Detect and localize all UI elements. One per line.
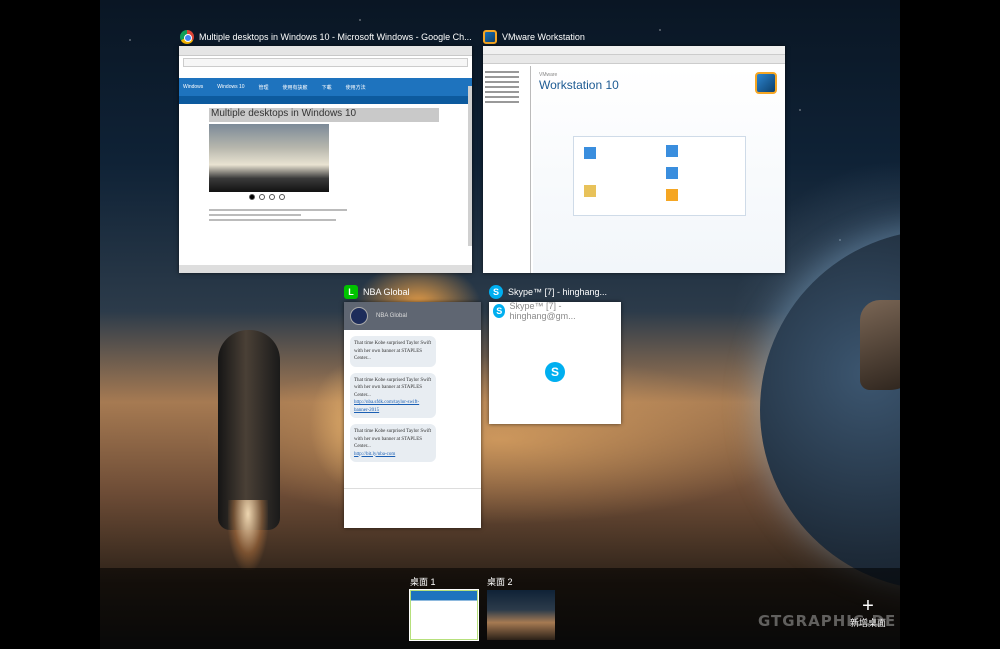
vmware-menu-bar (483, 46, 785, 55)
desktop-1-label: 桌面 1 (410, 577, 436, 587)
vmware-icon (483, 30, 497, 44)
chrome-scrollbar (468, 86, 472, 246)
chrome-icon (180, 30, 194, 44)
vmware-logo-icon (755, 72, 777, 94)
skype-small-icon: S (493, 304, 506, 318)
skype-window-thumbnail[interactable]: S Skype™ [7] - hinghang@gm... S (489, 302, 621, 424)
ms-body-text (209, 206, 439, 246)
line-window-title[interactable]: L NBA Global (344, 285, 410, 299)
ms-site-header (179, 69, 472, 78)
ms-nav-item: 管理 (258, 84, 269, 91)
skype-window-title[interactable]: S Skype™ [7] - hinghang... (489, 285, 607, 299)
ms-nav-logo: Windows (183, 84, 204, 90)
line-chat-header: NBA Global (344, 302, 481, 330)
line-window-thumbnail[interactable]: NBA Global That time Kobe surprised Tayl… (344, 302, 481, 528)
chrome-tabstrip (179, 46, 472, 56)
ms-nav-bar: Windows Windows 10 管理 使用有訣竅 下載 使用方法 (179, 78, 472, 96)
skype-icon: S (489, 285, 503, 299)
desktop-1-thumbnail[interactable] (409, 589, 479, 641)
chrome-window-title[interactable]: Multiple desktops in Windows 10 - Micros… (180, 30, 472, 44)
ms-nav-item: Windows 10 (217, 84, 245, 90)
vmware-library-panel (483, 66, 531, 273)
line-chat-body: That time Kobe surprised Taylor Swift wi… (344, 330, 481, 474)
desktop-2-label: 桌面 2 (487, 577, 513, 587)
vmware-actions-panel (573, 136, 746, 216)
wallpaper-rock (860, 300, 900, 390)
chrome-title-text: Multiple desktops in Windows 10 - Micros… (199, 32, 472, 42)
watermark: GTGRAPHIC.DE (758, 612, 897, 630)
skype-logo-icon: S (545, 362, 565, 382)
line-chat-name: NBA Global (376, 313, 408, 319)
vmware-home-tab: VMware Workstation 10 (533, 66, 785, 273)
skype-inner-title: S Skype™ [7] - hinghang@gm... (489, 302, 621, 321)
chrome-taskbar (179, 265, 472, 273)
line-message: That time Kobe surprised Taylor Swift wi… (350, 424, 436, 462)
line-avatar (350, 307, 368, 325)
vmware-toolbar (483, 55, 785, 64)
ms-nav-item: 使用有訣竅 (282, 84, 308, 91)
skype-title-text: Skype™ [7] - hinghang... (508, 287, 608, 297)
ms-page-heading: Multiple desktops in Windows 10 (209, 108, 439, 122)
line-title-text: NBA Global (363, 287, 410, 297)
line-icon: L (344, 285, 358, 299)
vmware-title-text: VMware Workstation (502, 32, 585, 42)
ms-hero-image (209, 124, 329, 192)
ms-carousel-dots (249, 194, 285, 200)
ms-subnav (179, 96, 472, 104)
vmware-window-thumbnail[interactable]: VMware Workstation 10 (483, 46, 785, 273)
vmware-product-name: VMware Workstation 10 (539, 72, 619, 92)
ms-nav-item: 下載 (321, 84, 332, 91)
desktop-2-thumbnail[interactable] (487, 590, 555, 640)
chrome-window-thumbnail[interactable]: Windows Windows 10 管理 使用有訣竅 下載 使用方法 Mult… (179, 46, 472, 273)
vmware-window-title[interactable]: VMware Workstation (483, 30, 585, 44)
line-message-input (344, 488, 481, 528)
line-message: That time Kobe surprised Taylor Swift wi… (350, 372, 436, 418)
ms-nav-item: 使用方法 (345, 84, 366, 91)
chrome-address-bar (183, 58, 468, 67)
wallpaper-engine-glow (228, 500, 268, 570)
line-message: That time Kobe surprised Taylor Swift wi… (350, 336, 436, 367)
